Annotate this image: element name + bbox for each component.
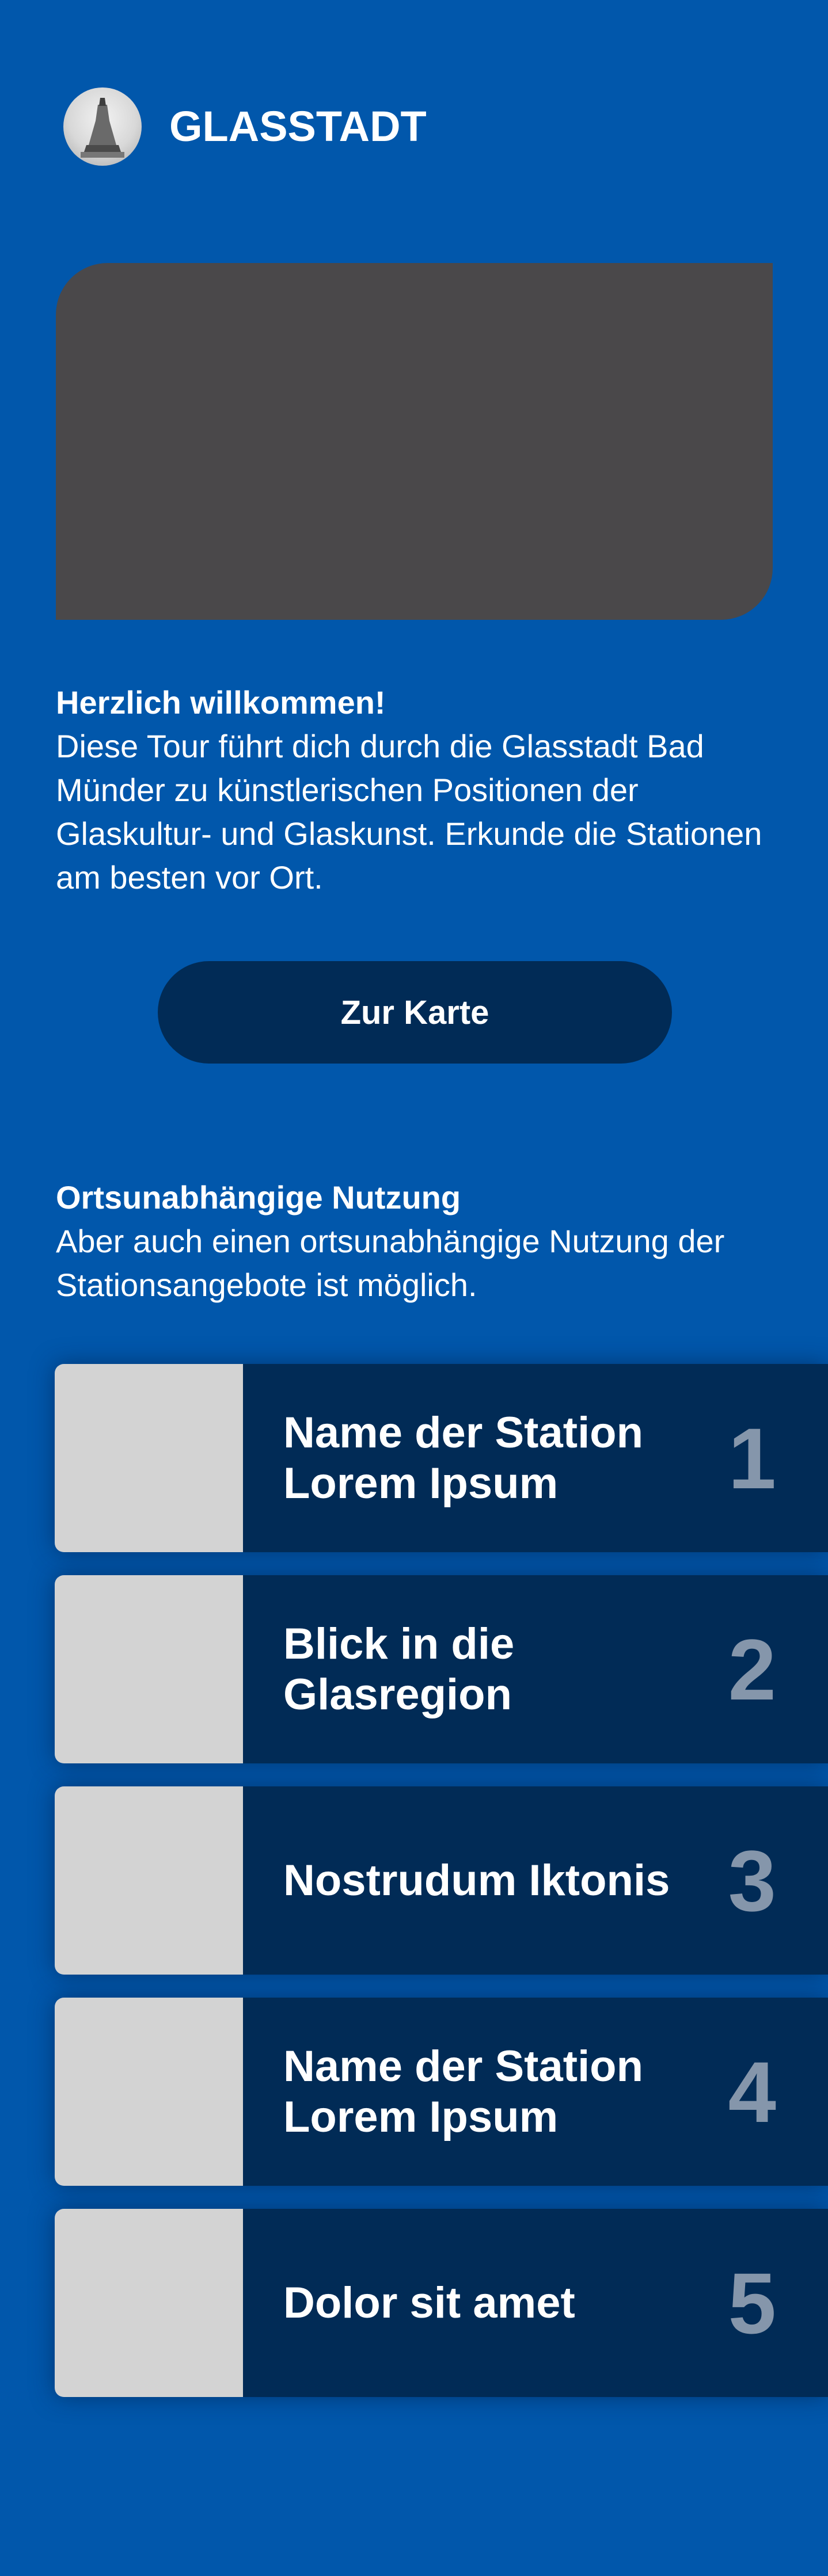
app-header: GLASSTADT [63,87,427,166]
welcome-section: Herzlich willkommen! Diese Tour führt di… [56,681,781,900]
station-thumbnail [55,1786,243,1975]
offsite-text: Aber auch einen ortsunabhängige Nutzung … [56,1223,725,1303]
station-list: Name der Station Lorem Ipsum 1 Blick in … [55,1364,828,2420]
station-body: Dolor sit amet 5 [243,2209,828,2397]
welcome-title: Herzlich willkommen! [56,684,386,721]
offsite-title: Ortsunabhängige Nutzung [56,1179,461,1215]
glass-furnace-icon [81,98,124,158]
welcome-text: Diese Tour führt dich durch die Glasstad… [56,728,762,895]
station-name: Blick in die Glasregion [283,1619,515,1719]
station-name: Name der Station Lorem Ipsum [283,2041,644,2141]
offsite-section: Ortsunabhängige Nutzung Aber auch einen … [56,1176,781,1307]
station-card-2[interactable]: Blick in die Glasregion 2 [55,1575,828,1763]
station-thumbnail [55,1998,243,2186]
station-number: 2 [728,1621,776,1718]
station-number: 1 [728,1409,776,1507]
station-card-1[interactable]: Name der Station Lorem Ipsum 1 [55,1364,828,1552]
station-name: Dolor sit amet [283,2278,575,2327]
station-body: Name der Station Lorem Ipsum 1 [243,1364,828,1552]
station-thumbnail [55,2209,243,2397]
station-body: Name der Station Lorem Ipsum 4 [243,1998,828,2186]
station-card-3[interactable]: Nostrudum Iktonis 3 [55,1786,828,1975]
station-name: Nostrudum Iktonis [283,1855,670,1905]
station-thumbnail [55,1364,243,1552]
station-body: Blick in die Glasregion 2 [243,1575,828,1763]
station-number: 3 [728,1832,776,1929]
brand-name: GLASSTADT [169,102,427,150]
station-card-4[interactable]: Name der Station Lorem Ipsum 4 [55,1998,828,2186]
station-number: 5 [728,2254,776,2352]
station-thumbnail [55,1575,243,1763]
station-name: Name der Station Lorem Ipsum [283,1408,644,1508]
to-map-button[interactable]: Zur Karte [158,961,672,1064]
station-body: Nostrudum Iktonis 3 [243,1786,828,1975]
station-number: 4 [728,2043,776,2140]
hero-image [56,263,773,620]
logo[interactable] [63,87,142,166]
station-card-5[interactable]: Dolor sit amet 5 [55,2209,828,2397]
